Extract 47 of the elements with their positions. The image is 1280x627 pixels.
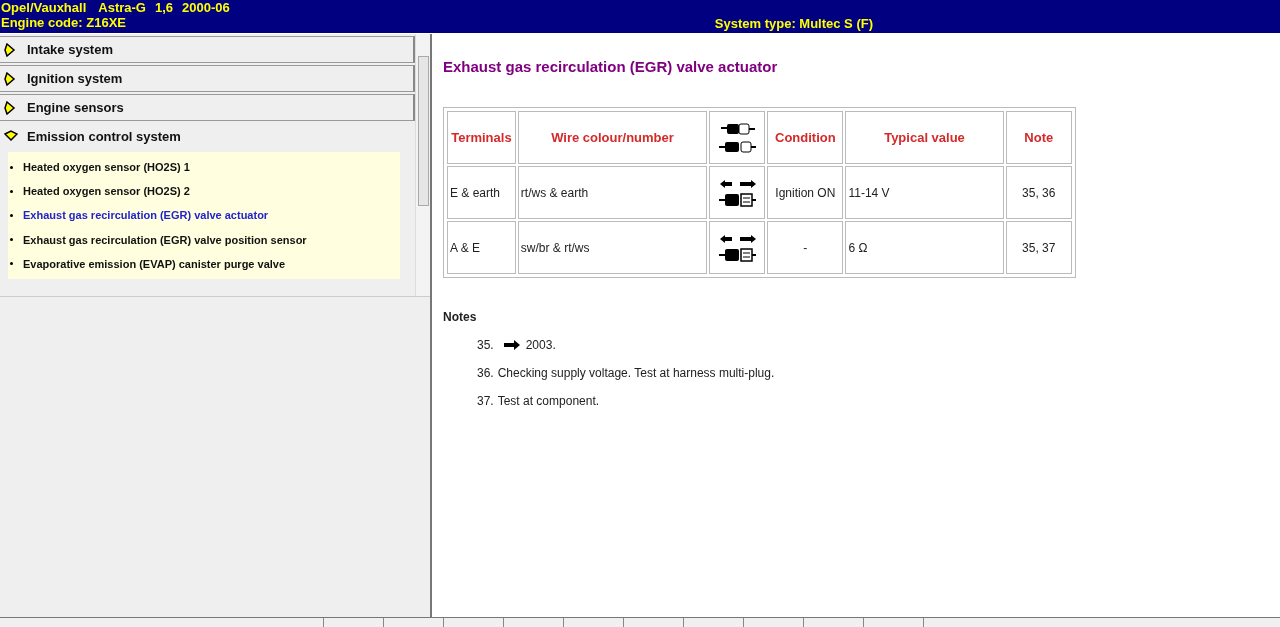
column-header: Terminals: [447, 111, 516, 164]
vehicle-info: 2000-06: [182, 0, 230, 15]
page-title: Exhaust gas recirculation (EGR) valve actuator: [443, 58, 779, 75]
menu-item[interactable]: Evaporative emission (EVAP) canister purge valve: [8, 251, 400, 276]
connector-plug-icon: [717, 122, 757, 153]
note-text: Checking supply voltage. Test at harness multi-plug.: [497, 366, 775, 380]
vehicle-info: 1,6: [154, 0, 174, 15]
column-header: Typical value: [845, 111, 1004, 164]
table-cell: Ignition ON: [767, 166, 844, 219]
table-cell: A & E: [447, 221, 516, 274]
table-cell: 35, 36: [1005, 166, 1072, 219]
note-text: 2003.: [525, 338, 556, 352]
collapsed-arrow-icon: [4, 42, 18, 57]
section-header[interactable]: Engine sensors: [0, 94, 415, 121]
table-cell: 35, 37: [1005, 221, 1072, 274]
engine-code: Engine code: Z16XE: [1, 15, 127, 30]
vehicle-info: Opel/Vauxhall: [1, 0, 87, 15]
menu-item[interactable]: Exhaust gas recirculation (EGR) valve position sensor: [8, 227, 400, 252]
collapsed-arrow-icon: [4, 71, 18, 86]
column-header: Note: [1005, 111, 1072, 164]
expanded-arrow-icon: [4, 129, 18, 144]
menu-item[interactable]: Exhaust gas recirculation (EGR) valve actuator: [8, 203, 400, 228]
scroll-thumb[interactable]: [417, 56, 429, 206]
system-type: System type: Multec S (F): [714, 15, 873, 33]
table-cell: E & earth: [447, 166, 516, 219]
note-number: 35.: [477, 338, 494, 352]
notes-heading: Notes: [443, 310, 478, 324]
collapsed-arrow-icon: [4, 100, 18, 115]
table-cell: 11-14 V: [845, 166, 1004, 219]
table-cell: 6 Ω: [845, 221, 1004, 274]
menu-item[interactable]: Heated oxygen sensor (HO2S) 1: [8, 155, 400, 180]
note-number: 37.: [477, 394, 494, 408]
table-cell: rt/ws & earth: [517, 166, 708, 219]
table-cell: -: [767, 221, 844, 274]
arrows-plug-icon: [717, 232, 757, 263]
arrows-plug-icon: [717, 177, 757, 208]
note-text: Test at component.: [497, 394, 600, 408]
menu-item[interactable]: Heated oxygen sensor (HO2S) 2: [8, 179, 400, 204]
section-header[interactable]: Intake system: [0, 36, 415, 63]
column-header: Wire colour/number: [517, 111, 708, 164]
vehicle-info: Astra-G: [98, 0, 146, 15]
scrollbar[interactable]: [415, 34, 430, 296]
section-header[interactable]: Ignition system: [0, 65, 415, 92]
note-number: 36.: [477, 366, 494, 380]
table-cell: sw/br & rt/ws: [517, 221, 708, 274]
right-arrow-icon: [503, 339, 520, 351]
column-header: Condition: [767, 111, 844, 164]
